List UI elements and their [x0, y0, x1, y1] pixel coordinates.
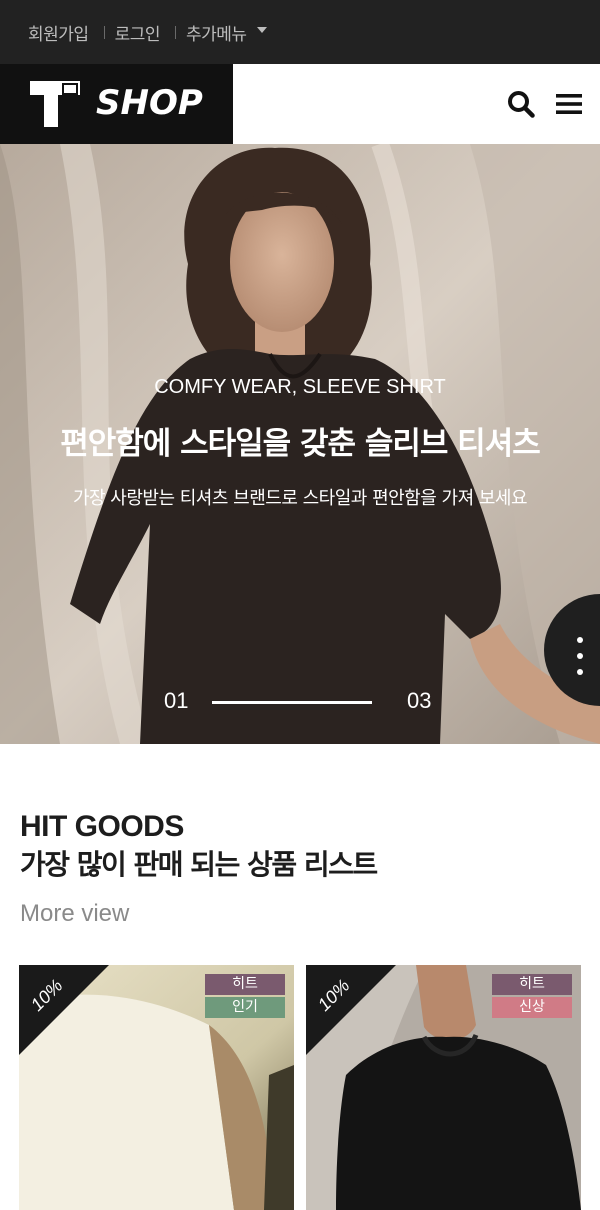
slide-progress-fill: [212, 701, 372, 704]
divider: [103, 25, 105, 39]
product-card[interactable]: 10% 히트 인기: [19, 965, 294, 1210]
hero-subtitle: COMFY WEAR, SLEEVE SHIRT: [154, 376, 446, 398]
product-card[interactable]: 10% 히트 신상: [306, 965, 581, 1210]
section-subtitle: 가장 많이 판매 되는 상품 리스트: [20, 848, 378, 881]
total-slides-number: 03: [407, 688, 432, 713]
vertical-dots-icon: [577, 653, 583, 659]
discount-corner: [19, 965, 109, 1055]
logo[interactable]: SHOP: [0, 64, 233, 144]
tag-badge: 신상: [492, 997, 572, 1018]
signup-link[interactable]: 회원가입: [28, 20, 89, 45]
vertical-dots-icon: [577, 669, 583, 675]
login-link[interactable]: 로그인: [115, 20, 161, 45]
logo-text: SHOP: [96, 83, 203, 123]
tag-badge: 히트: [205, 974, 285, 995]
slide-progress-track[interactable]: [212, 701, 372, 704]
logo-t-icon: [30, 81, 80, 127]
hero-title: 편안함에 스타일을 갖춘 슬리브 티셔츠: [60, 426, 541, 462]
slide-pager: 01 03: [0, 688, 600, 716]
site-header: SHOP: [0, 64, 600, 144]
discount-corner: [306, 965, 396, 1055]
search-button[interactable]: [503, 86, 539, 122]
menu-button[interactable]: [551, 86, 587, 122]
vertical-dots-icon: [577, 637, 583, 643]
search-icon: [508, 91, 535, 118]
divider: [174, 25, 176, 39]
hamburger-menu-icon: [556, 94, 582, 114]
more-menu-label: 추가메뉴: [185, 24, 247, 45]
section-title: HIT GOODS: [20, 810, 184, 843]
top-utility-bar: 회원가입 로그인 추가메뉴: [0, 0, 600, 64]
caret-down-icon: [256, 27, 267, 33]
hero-banner[interactable]: COMFY WEAR, SLEEVE SHIRT 편안함에 스타일을 갖춘 슬리…: [0, 144, 600, 744]
tag-badge: 히트: [492, 974, 572, 995]
tag-badge: 인기: [205, 997, 285, 1018]
hero-description: 가장 사랑받는 티셔츠 브랜드로 스타일과 편안함을 가져 보세요: [72, 488, 528, 509]
more-menu-dropdown[interactable]: 추가메뉴: [186, 20, 267, 45]
more-view-link[interactable]: More view: [20, 900, 129, 928]
current-slide-number: 01: [164, 688, 189, 713]
